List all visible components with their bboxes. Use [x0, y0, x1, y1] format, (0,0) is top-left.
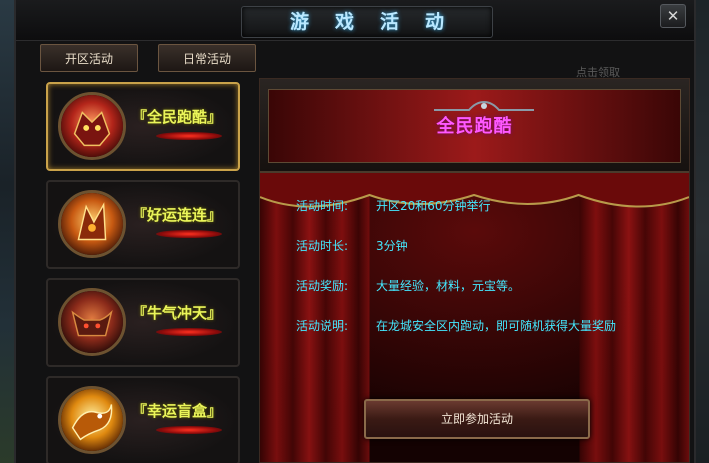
info-row-reward: 活动奖励: 大量经验，材料，元宝等。 — [296, 277, 520, 294]
activity-card-lucky-box[interactable]: 『幸运盲盒』 — [46, 376, 240, 463]
info-row-description: 活动说明: 在龙城安全区内跑动，即可随机获得大量奖励 — [296, 317, 616, 334]
activity-list: 『全民跑酷』 『好运连连』 『牛气冲天』 『幸运盲盒』 — [42, 78, 246, 463]
activity-label: 『好运连连』 — [132, 206, 223, 224]
activity-detail-panel: 全民跑酷 活动时间: 开区20和60分钟举行 活动时长: 3分钟 活动奖励: 大量经验… — [259, 78, 690, 463]
activity-label: 『牛气冲天』 — [132, 304, 223, 322]
info-row-duration: 活动时长: 3分钟 — [296, 237, 408, 254]
label-glow — [156, 132, 222, 140]
info-value: 开区20和60分钟举行 — [376, 199, 491, 213]
label-glow — [156, 328, 222, 336]
orange-dragon-icon — [58, 190, 126, 258]
activity-window: 游戏活动 ✕ 开区活动 日常活动 点击领取 『全民跑酷』 『好运连连』 『牛气冲… — [14, 0, 696, 463]
detail-title-banner: 全民跑酷 — [268, 89, 681, 163]
activity-label: 『幸运盲盒』 — [132, 402, 223, 420]
info-key: 活动时长: — [296, 239, 349, 253]
info-value: 大量经验，材料，元宝等。 — [376, 279, 521, 293]
title-plate: 游戏活动 — [241, 6, 493, 38]
label-glow — [156, 426, 222, 434]
activity-card-bull[interactable]: 『牛气冲天』 — [46, 278, 240, 367]
label-glow — [156, 230, 222, 238]
window-title: 游戏活动 — [289, 11, 470, 33]
activity-label: 『全民跑酷』 — [132, 108, 223, 126]
tab-opening-activities[interactable]: 开区活动 — [40, 44, 138, 72]
bull-head-icon — [58, 288, 126, 356]
activity-card-good-luck[interactable]: 『好运连连』 — [46, 180, 240, 269]
red-dragon-head-icon — [58, 92, 126, 160]
close-button[interactable]: ✕ — [660, 4, 686, 28]
info-value: 3分钟 — [376, 239, 408, 253]
tab-daily-activities[interactable]: 日常活动 — [158, 44, 256, 72]
title-bar: 游戏活动 ✕ — [16, 0, 694, 41]
info-row-time: 活动时间: 开区20和60分钟举行 — [296, 197, 491, 214]
info-key: 活动奖励: — [296, 279, 349, 293]
activity-card-parkour[interactable]: 『全民跑酷』 — [46, 82, 240, 171]
info-key: 活动时间: — [296, 199, 349, 213]
info-key: 活动说明: — [296, 319, 349, 333]
detail-title: 全民跑酷 — [436, 116, 513, 137]
info-value: 在龙城安全区内跑动，即可随机获得大量奖励 — [376, 319, 617, 333]
join-activity-button[interactable]: 立即参加活动 — [364, 399, 590, 439]
detail-header: 全民跑酷 — [260, 79, 689, 173]
golden-dragon-icon — [58, 386, 126, 454]
